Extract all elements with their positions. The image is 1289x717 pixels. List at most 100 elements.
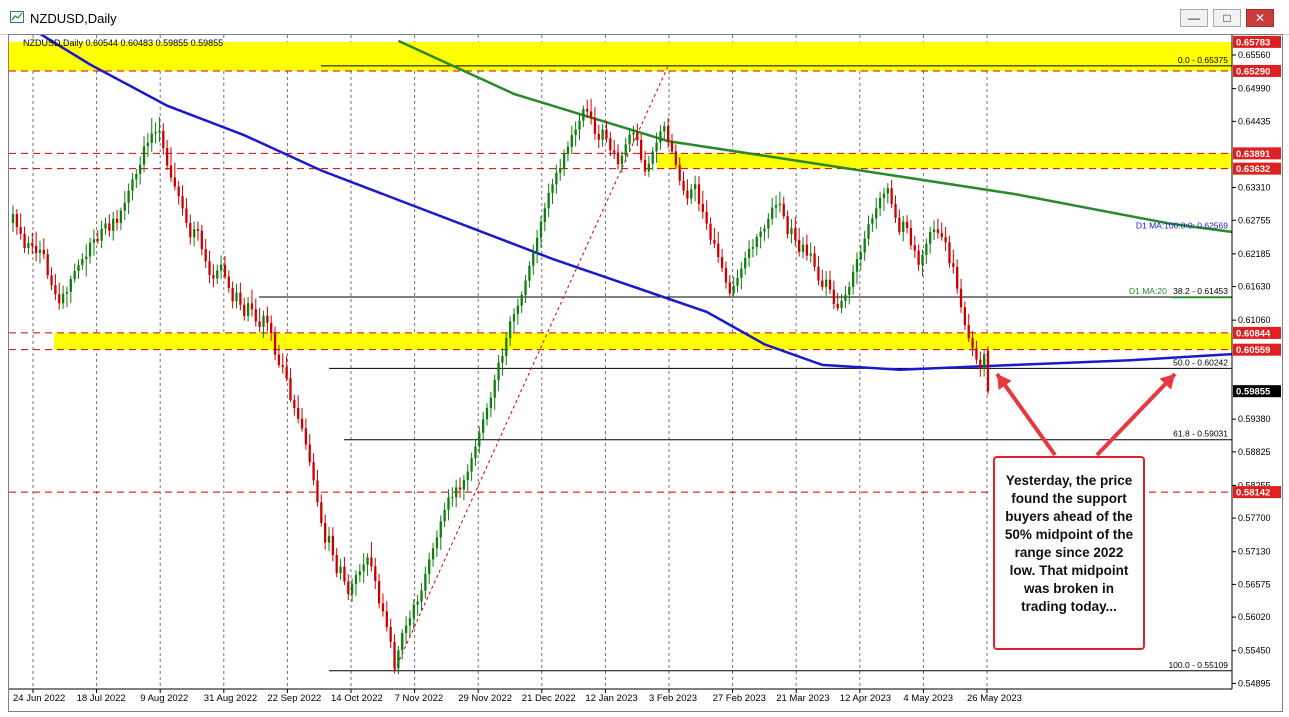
window-title: NZDUSD,Daily: [30, 11, 117, 26]
price-tag-label: 0.60844: [1236, 328, 1271, 339]
ma-label: D1 MA:20: [1129, 286, 1167, 296]
candle-body: [227, 276, 230, 288]
time-tick-label: 12 Jan 2023: [585, 693, 637, 704]
support-resistance-zones: [9, 41, 1232, 350]
candle-body: [308, 444, 311, 463]
candle-body: [959, 288, 963, 308]
ma-100-line: [12, 16, 1289, 371]
candle-body: [697, 184, 701, 205]
time-tick-label: 7 Nov 2022: [395, 693, 444, 704]
candle-body: [108, 223, 111, 231]
candle-body: [909, 228, 913, 246]
candle-body: [886, 188, 889, 194]
candle-body: [670, 142, 674, 152]
time-tick-label: 21 Dec 2022: [522, 693, 576, 704]
candle-body: [620, 155, 624, 165]
candle-body: [736, 277, 739, 286]
candle-body: [162, 130, 165, 149]
candle-body: [944, 237, 947, 243]
annotation-arrow: [1095, 372, 1177, 457]
maximize-button[interactable]: □: [1213, 9, 1241, 27]
candle-body: [408, 618, 412, 626]
minimize-button[interactable]: —: [1180, 9, 1208, 27]
candle-body: [921, 254, 924, 265]
candle-body: [381, 603, 385, 612]
candle-body: [555, 172, 558, 185]
candle-body: [169, 165, 173, 178]
price-tick-label: 0.58825: [1238, 447, 1271, 457]
candle-body: [940, 232, 943, 238]
candle-body: [613, 150, 616, 153]
candle-body: [219, 264, 223, 271]
candle-body: [77, 264, 80, 271]
candle-body: [539, 221, 543, 238]
candle-body: [58, 294, 61, 304]
candle-body: [250, 303, 254, 310]
candle-body: [832, 289, 836, 304]
candle-body: [643, 159, 647, 172]
candle-body: [686, 190, 689, 199]
candle-body: [462, 480, 466, 490]
candle-body: [751, 246, 755, 249]
yellow-zone: [54, 332, 1232, 350]
candle-body: [936, 229, 940, 233]
candle-body: [216, 270, 219, 279]
candle-body: [562, 154, 566, 169]
candle-body: [956, 266, 959, 289]
annotation-text: Yesterday, the price found the support b…: [1004, 473, 1134, 614]
time-tick-label: 27 Feb 2023: [713, 693, 766, 704]
candle-body: [986, 350, 990, 392]
candle-body: [192, 229, 196, 238]
candle-body: [262, 315, 265, 327]
time-tick-label: 3 Feb 2023: [649, 693, 697, 704]
candle-body: [528, 265, 531, 281]
price-tick-label: 0.57700: [1238, 513, 1271, 523]
candle-body: [243, 304, 246, 316]
candle-body: [659, 131, 662, 143]
candle-body: [709, 223, 712, 240]
candle-body: [678, 164, 681, 181]
candle-body: [343, 566, 346, 582]
candle-body: [466, 471, 469, 481]
price-tick-label: 0.56575: [1238, 579, 1271, 589]
candle-body: [759, 231, 762, 238]
candle-body: [790, 228, 793, 235]
candle-body: [666, 126, 670, 143]
candle-body: [235, 292, 238, 302]
candle-body: [717, 243, 720, 258]
candle-body: [135, 173, 138, 180]
candle-body: [559, 168, 562, 173]
price-tick-label: 0.62755: [1238, 215, 1271, 225]
candle-body: [11, 214, 15, 223]
candle-body: [566, 146, 570, 155]
fib-level-label: 50.0 - 0.60242: [1173, 357, 1228, 367]
candle-body: [401, 633, 404, 651]
candle-body: [42, 249, 45, 255]
candle-body: [266, 315, 269, 323]
candle-body: [189, 223, 192, 238]
candle-body: [948, 242, 951, 264]
close-button[interactable]: ✕: [1246, 9, 1274, 27]
candle-body: [482, 419, 485, 433]
candle-body: [778, 203, 782, 206]
candle-body: [601, 129, 604, 140]
candle-body: [131, 179, 134, 191]
candle-body: [231, 287, 234, 302]
candle-body: [798, 240, 801, 252]
candle-body: [578, 120, 581, 130]
candle-body: [431, 548, 435, 560]
candle-body: [246, 303, 250, 316]
candle-body: [851, 271, 855, 287]
candle-body: [458, 487, 462, 490]
price-tick-label: 0.56020: [1238, 612, 1271, 622]
candle-body: [905, 221, 909, 229]
candle-body: [890, 188, 893, 204]
candle-body: [705, 211, 708, 224]
price-tick-label: 0.59380: [1238, 414, 1271, 424]
chart-window-icon: [10, 11, 24, 23]
candle-body: [570, 135, 573, 147]
candle-body: [894, 203, 897, 218]
time-tick-label: 21 Mar 2023: [776, 693, 829, 704]
candle-body: [335, 555, 338, 574]
candle-body: [404, 625, 408, 634]
